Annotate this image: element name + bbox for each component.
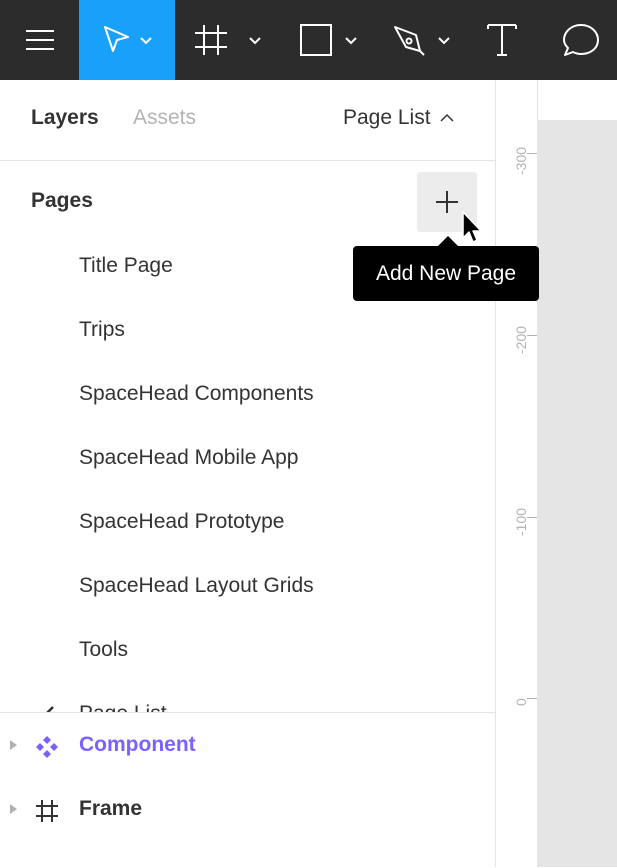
page-item-label: Tools: [79, 638, 129, 661]
ruler-label: -300: [513, 146, 529, 175]
layer-label: Frame: [79, 797, 143, 820]
page-item-spacehead-prototype[interactable]: SpaceHead Prototype: [0, 491, 495, 555]
move-tool-icon: [104, 26, 152, 52]
tab-layers[interactable]: Layers: [31, 106, 99, 130]
ruler-label: 0: [513, 698, 529, 706]
tab-assets[interactable]: Assets: [133, 106, 196, 130]
page-item-page-list[interactable]: Page List: [0, 683, 495, 712]
page-item-label: SpaceHead Mobile App: [79, 446, 299, 469]
page-list-toggle-label: Page List: [343, 106, 431, 129]
layers-list: Component Frame: [0, 712, 495, 868]
move-tool-button[interactable]: [79, 0, 175, 80]
page-list-toggle[interactable]: Page List: [343, 106, 454, 130]
page-item-label: SpaceHead Components: [79, 382, 314, 405]
add-page-tooltip: Add New Page: [353, 246, 539, 301]
panel-tabs: Layers Assets Page List: [0, 80, 495, 161]
frame-icon: [36, 800, 58, 822]
ruler-label: -200: [513, 325, 529, 354]
text-tool-icon: [487, 24, 517, 56]
tooltip-arrow: [438, 236, 458, 246]
page-item-spacehead-mobile-app[interactable]: SpaceHead Mobile App: [0, 427, 495, 491]
expand-caret-icon[interactable]: [10, 804, 17, 814]
expand-caret-icon[interactable]: [10, 740, 17, 750]
page-item-label: Page List: [79, 702, 167, 712]
cursor-pointer-icon: [462, 211, 482, 243]
page-item-label: Title Page: [79, 254, 173, 277]
layer-label: Component: [79, 733, 196, 756]
menu-icon: [25, 30, 54, 50]
layer-row-frame[interactable]: Frame: [0, 779, 495, 843]
ruler-left: [496, 120, 538, 867]
page-item-trips[interactable]: Trips: [0, 299, 495, 363]
page-item-label: SpaceHead Layout Grids: [79, 574, 314, 597]
toolbar: [0, 0, 617, 80]
page-item-spacehead-layout-grids[interactable]: SpaceHead Layout Grids: [0, 555, 495, 619]
left-panel: Layers Assets Page List Pages Title Page…: [0, 80, 496, 868]
comment-icon: [563, 24, 599, 56]
frame-tool-icon: [195, 25, 261, 55]
component-icon: [36, 736, 58, 758]
checkmark-icon: [46, 706, 54, 712]
plus-icon: [436, 191, 458, 213]
menu-button[interactable]: [0, 0, 79, 80]
page-item-spacehead-components[interactable]: SpaceHead Components: [0, 363, 495, 427]
shape-tool-icon: [300, 24, 357, 56]
page-item-label: Trips: [79, 318, 125, 341]
page-list: Title Page Trips SpaceHead Components Sp…: [0, 235, 495, 712]
pages-header: Pages: [31, 189, 93, 212]
chevron-up-icon: [440, 113, 454, 122]
pen-tool-icon: [394, 26, 450, 56]
ruler-label: -100: [513, 507, 529, 536]
text-tool-button[interactable]: [476, 0, 528, 80]
layer-row-component[interactable]: Component: [0, 715, 495, 779]
ruler-corner: [496, 80, 538, 120]
pen-tool-button[interactable]: [380, 0, 460, 80]
shape-tool-button[interactable]: [285, 0, 365, 80]
frame-tool-button[interactable]: [189, 0, 269, 80]
page-item-tools[interactable]: Tools: [0, 619, 495, 683]
comment-tool-button[interactable]: [556, 0, 606, 80]
page-item-label: SpaceHead Prototype: [79, 510, 285, 533]
